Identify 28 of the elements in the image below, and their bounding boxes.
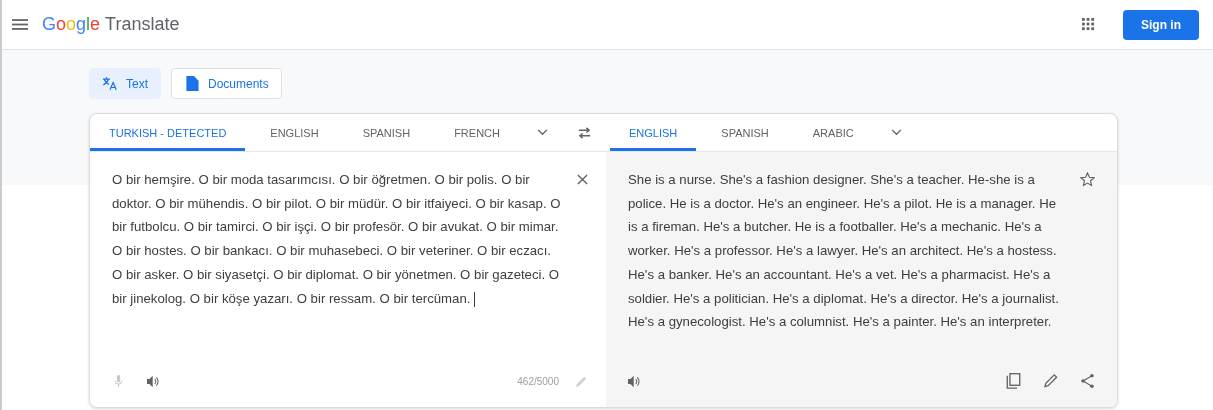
- copy-icon[interactable]: [1006, 373, 1021, 389]
- translation-text: She is a nurse. She's a fashion designer. She's a teacher. He-she is a police. He is a doctor. He's an engineer. He's a pilot. He is a manager. He is a fireman. He's a butcher. He is a footballer. He's a mechanic. He's a worker. He's a professor. He's a lawyer. He's an architect. He's a hostess. He's a banker. He's an accountant. He's a vet. He's a pharmacist. He's a soldier. He's a politician. He's a diplomat. He's a director. He's a journalist. He's a gynecologist. He's a columnist. He's a painter. He's an interpreter.: [628, 171, 1060, 332]
- product-name: Translate: [105, 14, 180, 35]
- language-tab[interactable]: TURKISH - DETECTED: [90, 114, 246, 151]
- mode-tab[interactable]: Text: [89, 68, 161, 99]
- menu-icon[interactable]: [12, 19, 28, 30]
- language-tab[interactable]: FRENCH: [435, 114, 519, 151]
- speaker-icon[interactable]: [147, 374, 160, 388]
- document-icon: [184, 76, 200, 91]
- star-icon[interactable]: [1080, 172, 1095, 187]
- pencil-icon[interactable]: [1043, 373, 1058, 389]
- language-tab[interactable]: ENGLISH: [251, 114, 338, 151]
- swap-icon[interactable]: [577, 126, 592, 139]
- chevron-down-icon[interactable]: [890, 129, 902, 136]
- source-text-field[interactable]: O bir hemşire. O bir moda tasarımcısı. O bir öğretmen. O bir polis. O bir doktor. O bir mühendis. O bir pilot. O bir müdür. O bir itfaiyeci. O bir kasap. O bir futbolcu. O bir tamirci. O bir işçi. O bir profesör. O bir avukat. O bir mimar. O bir hostes. O bir bankacı. O bir muhasebeci. O bir veteriner. O bir eczacı. O bir asker. O bir siyasetçi. O bir diplomat. O bir yönetmen. O bir gazeteci. O bir jinekolog. O bir köşe yazarı. O bir ressam. O bir tercüman.: [112, 168, 563, 369]
- apps-grid-icon[interactable]: [1082, 18, 1095, 31]
- sign-in-button[interactable]: Sign in: [1123, 9, 1199, 40]
- logo[interactable]: Google: [42, 14, 101, 35]
- chevron-down-icon[interactable]: [536, 129, 548, 136]
- share-icon[interactable]: [1080, 373, 1095, 389]
- character-count: 462/5000: [517, 375, 559, 387]
- speaker-icon[interactable]: [628, 374, 641, 388]
- language-tab[interactable]: SPANISH: [702, 114, 788, 151]
- language-tab[interactable]: SPANISH: [343, 114, 430, 151]
- language-tab[interactable]: ARABIC: [793, 114, 873, 151]
- mode-tab[interactable]: Documents: [171, 68, 282, 99]
- clear-icon[interactable]: [577, 174, 588, 185]
- translate-icon: [102, 76, 118, 91]
